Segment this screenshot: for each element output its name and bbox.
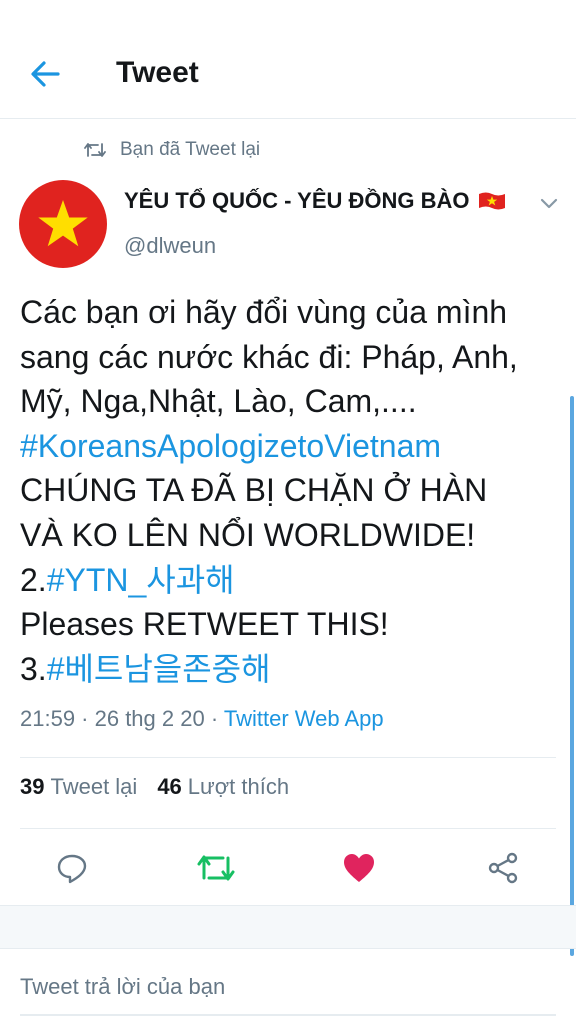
star-icon bbox=[38, 200, 88, 247]
section-separator bbox=[0, 906, 576, 948]
retweet-icon[interactable] bbox=[196, 848, 236, 888]
scrollbar[interactable] bbox=[570, 396, 574, 956]
chevron-down-icon[interactable] bbox=[538, 194, 560, 212]
retweets-count: 39 bbox=[20, 774, 45, 799]
divider bbox=[20, 828, 556, 829]
hashtag-link[interactable]: #베트남을존중해 bbox=[47, 651, 271, 687]
tweet-text: Các bạn ơi hãy đổi vùng của mình sang cá… bbox=[20, 290, 568, 691]
divider bbox=[20, 757, 556, 758]
tweet-line: sang các nước khác đi: Pháp, Anh, bbox=[20, 338, 518, 375]
hashtag-link[interactable]: #KoreansApologizetoVietnam bbox=[20, 428, 441, 464]
top-bar: Tweet bbox=[0, 0, 576, 119]
likes-label: Lượt thích bbox=[187, 774, 290, 799]
tweet-meta: 21:59 · 26 thg 2 20 · Twitter Web App bbox=[20, 706, 384, 732]
likes-count: 46 bbox=[157, 774, 182, 799]
likes-stat[interactable]: 46 Lượt thích bbox=[157, 774, 289, 800]
tweet-line: VÀ KO LÊN NỔI WORLDWIDE! bbox=[20, 516, 476, 553]
reply-input-underline bbox=[20, 1014, 556, 1016]
page-title: Tweet bbox=[116, 56, 199, 89]
author-name[interactable]: YÊU TỔ QUỐC - YÊU ĐỒNG BÀO bbox=[124, 188, 506, 214]
list-number: 3. bbox=[20, 650, 47, 687]
hashtag-link[interactable]: #YTN_사과해 bbox=[47, 562, 235, 598]
retweets-stat[interactable]: 39 Tweet lại bbox=[20, 774, 137, 800]
retweet-context-label: Bạn đã Tweet lại bbox=[120, 139, 261, 160]
engagement-stats: 39 Tweet lại 46 Lượt thích bbox=[20, 774, 309, 800]
retweets-label: Tweet lại bbox=[50, 774, 138, 799]
share-icon[interactable] bbox=[483, 848, 523, 888]
reply-input[interactable]: Tweet trả lời của bạn bbox=[20, 974, 225, 1000]
timestamp: 21:59 · 26 thg 2 20 · bbox=[20, 706, 224, 731]
tweet-line: Pleases RETWEET THIS! bbox=[20, 606, 389, 643]
list-number: 2. bbox=[20, 561, 47, 598]
author-handle[interactable]: @dlweun bbox=[124, 233, 216, 259]
tweet-line: Mỹ, Nga,Nhật, Lào, Cam,.... bbox=[20, 383, 417, 420]
vietnam-flag-icon bbox=[478, 191, 506, 211]
back-arrow-icon[interactable] bbox=[28, 58, 62, 90]
reply-icon[interactable] bbox=[52, 848, 92, 888]
tweet-line: Các bạn ơi hãy đổi vùng của mình bbox=[20, 294, 508, 330]
tweet-line: CHÚNG TA ĐÃ BỊ CHẶN Ở HÀN bbox=[20, 472, 488, 509]
retweet-context: Bạn đã Tweet lại bbox=[84, 137, 260, 163]
divider bbox=[0, 948, 576, 949]
like-icon[interactable] bbox=[339, 848, 379, 888]
avatar[interactable] bbox=[19, 180, 107, 268]
source-link[interactable]: Twitter Web App bbox=[224, 706, 384, 731]
author-name-text: YÊU TỔ QUỐC - YÊU ĐỒNG BÀO bbox=[124, 188, 470, 213]
retweet-small-icon bbox=[84, 143, 106, 157]
